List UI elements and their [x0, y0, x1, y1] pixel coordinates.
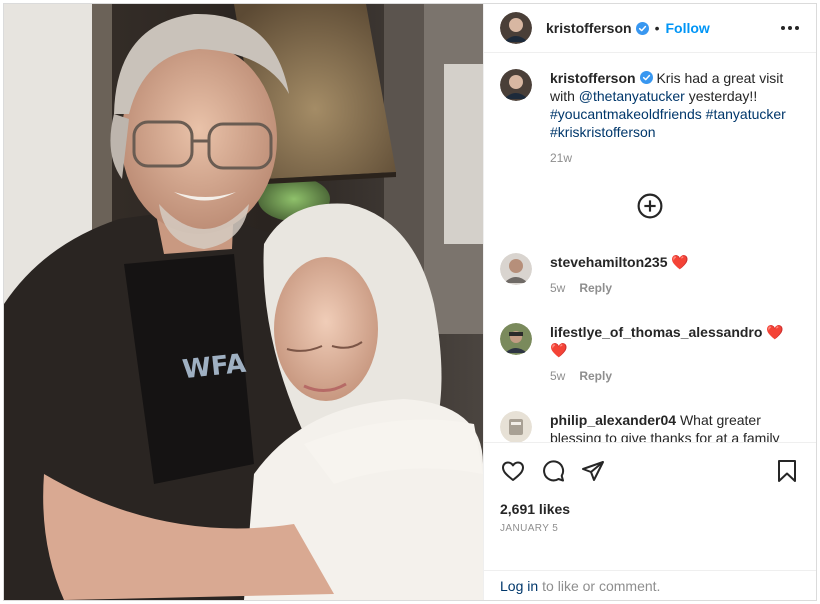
load-more-comments — [500, 193, 800, 219]
hashtag-link[interactable]: #kriskristofferson — [550, 124, 656, 140]
caption-timestamp[interactable]: 21w — [550, 149, 572, 167]
comment-item: lifestlye_of_thomas_alessandro ❤️❤️ 5w R… — [500, 323, 800, 385]
heart-icon[interactable] — [500, 458, 526, 484]
plus-circle-icon[interactable] — [637, 193, 663, 219]
post-actions: 2,691 likes JANUARY 5 — [484, 442, 816, 570]
comment-bubble-icon[interactable] — [540, 458, 566, 484]
separator-dot: • — [654, 20, 660, 37]
comment-username[interactable]: stevehamilton235 — [550, 254, 668, 270]
paper-plane-icon[interactable] — [580, 458, 606, 484]
comments-section: kristofferson Kris had a great visit wit… — [484, 53, 816, 442]
caption-username[interactable]: kristofferson — [550, 70, 636, 86]
comment-username[interactable]: lifestlye_of_thomas_alessandro — [550, 324, 762, 340]
reply-button[interactable]: Reply — [579, 367, 612, 385]
post-photo[interactable]: WFA — [4, 4, 483, 600]
post-caption: kristofferson Kris had a great visit wit… — [500, 69, 800, 167]
hashtag-link[interactable]: #tanyatucker — [706, 106, 786, 122]
author-avatar[interactable] — [500, 12, 532, 45]
action-icons — [500, 455, 800, 487]
caption-meta: 21w — [550, 149, 800, 167]
caption-mention-link[interactable]: @thetanyatucker — [579, 88, 685, 104]
heart-emoji: ❤️ — [671, 254, 689, 271]
caption-author-avatar[interactable] — [500, 69, 532, 102]
commenter-avatar[interactable] — [500, 253, 532, 286]
reply-button[interactable]: Reply — [579, 279, 612, 297]
commenter-avatar[interactable] — [500, 323, 532, 356]
comment-meta: 5w Reply — [550, 367, 800, 385]
comment-username[interactable]: philip_alexander04 — [550, 412, 676, 428]
login-link[interactable]: Log in — [500, 578, 538, 594]
more-options-icon[interactable] — [778, 16, 802, 40]
comment-item: stevehamilton235 ❤️ 5w Reply — [500, 253, 800, 297]
comment-body: lifestlye_of_thomas_alessandro ❤️❤️ 5w R… — [550, 323, 800, 385]
bookmark-icon[interactable] — [774, 458, 800, 484]
login-prompt-text: to like or comment. — [542, 577, 661, 594]
caption-body: kristofferson Kris had a great visit wit… — [550, 69, 800, 167]
follow-button[interactable]: Follow — [665, 20, 709, 36]
author-username[interactable]: kristofferson — [546, 20, 632, 36]
post-header: kristofferson • Follow — [484, 4, 816, 54]
instagram-post: WFA kristofferson • Follow kristofferson… — [3, 3, 817, 601]
comment-timestamp[interactable]: 5w — [550, 279, 565, 297]
verified-badge-icon — [639, 71, 653, 85]
comment-body: stevehamilton235 ❤️ 5w Reply — [550, 253, 800, 297]
caption-text-middle: yesterday!! — [684, 88, 758, 105]
comment-timestamp[interactable]: 5w — [550, 367, 565, 385]
hashtag-link[interactable]: #youcantmakeoldfriends — [550, 106, 702, 122]
comment-meta: 5w Reply — [550, 279, 800, 297]
comment-item: philip_alexander04 What greater blessing… — [500, 411, 800, 442]
verified-badge-icon — [635, 21, 649, 35]
likes-count[interactable]: 2,691 likes — [500, 501, 800, 517]
post-date[interactable]: JANUARY 5 — [500, 523, 800, 534]
commenter-avatar[interactable] — [500, 411, 532, 442]
login-prompt: Log in to like or comment. — [484, 570, 816, 600]
post-photo-image: WFA — [4, 4, 483, 600]
comment-body: philip_alexander04 What greater blessing… — [550, 411, 800, 442]
post-side-panel: kristofferson • Follow kristofferson Kri… — [483, 4, 816, 600]
